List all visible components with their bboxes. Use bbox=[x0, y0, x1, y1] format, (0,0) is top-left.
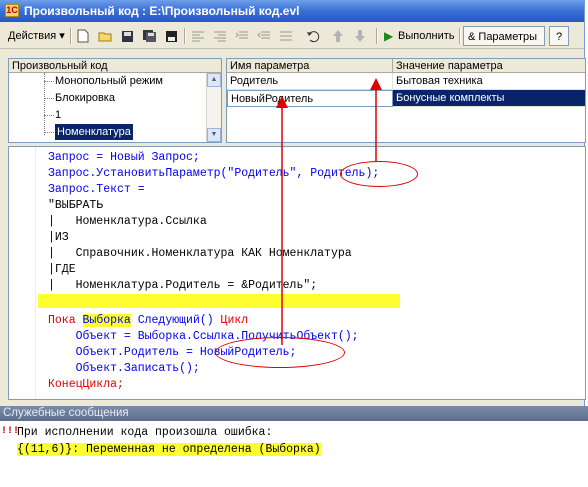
messages-panel-title: Служебные сообщения bbox=[0, 406, 588, 421]
code-line: | Номенклатура.Родитель = &Родитель"; bbox=[48, 278, 317, 294]
toolbar-divider bbox=[70, 28, 72, 44]
code-text: Объект.Записать(); bbox=[48, 362, 200, 375]
tree-scrollbar[interactable]: ▲ ▼ bbox=[206, 73, 221, 142]
param-value-cell[interactable]: Бонусные комплекты bbox=[393, 90, 585, 107]
run-icon: ▶ bbox=[384, 29, 394, 43]
code-line: | Номенклатура.Ссылка bbox=[48, 214, 207, 230]
tree-connector bbox=[44, 98, 54, 99]
window-title: Произвольный код : E:\Произвольный код.e… bbox=[24, 4, 300, 18]
scroll-up-icon[interactable]: ▲ bbox=[207, 73, 221, 87]
tree-item[interactable]: 1 bbox=[55, 107, 61, 123]
app-icon: 1С bbox=[5, 4, 19, 17]
open-folder-icon[interactable] bbox=[97, 28, 113, 44]
toolbar-divider bbox=[459, 28, 461, 44]
error-message-text: {(11,6)}: Переменная не определена (Выбо… bbox=[17, 443, 321, 456]
help-button[interactable]: ? bbox=[549, 26, 569, 46]
code-tree-panel: Произвольный код Монопольный режим Блоки… bbox=[8, 58, 222, 143]
editor-gutter bbox=[9, 147, 36, 399]
current-line-highlight bbox=[38, 294, 400, 308]
code-keyword: Пока bbox=[48, 314, 83, 327]
help-label: ? bbox=[555, 31, 563, 43]
title-bar: 1С Произвольный код : E:\Произвольный ко… bbox=[0, 0, 584, 22]
run-button[interactable]: ▶ Выполнить bbox=[380, 26, 458, 46]
code-text: | Справочник.Номенклатура КАК Номенклату… bbox=[48, 247, 352, 260]
code-text: Запрос.УстановитьПараметр("Родитель", bbox=[48, 167, 311, 180]
tree-connector bbox=[44, 81, 54, 82]
new-doc-icon[interactable] bbox=[75, 28, 91, 44]
code-line: Запрос = Новый Запрос; bbox=[48, 150, 200, 166]
actions-menu-label: Действия bbox=[8, 30, 57, 42]
param-value-cell[interactable]: Бытовая техника bbox=[393, 73, 585, 90]
arrow-down-icon[interactable] bbox=[352, 28, 368, 44]
code-text: Следующий() bbox=[130, 314, 214, 327]
code-line: "ВЫБРАТЬ bbox=[48, 198, 103, 214]
scroll-down-icon[interactable]: ▼ bbox=[207, 128, 221, 142]
code-editor[interactable]: Запрос = Новый Запрос; Запрос.Установить… bbox=[8, 146, 586, 400]
align-left-icon[interactable] bbox=[190, 28, 206, 44]
tree-item[interactable]: Блокировка bbox=[55, 90, 115, 106]
code-line: | Справочник.Номенклатура КАК Номенклату… bbox=[48, 246, 352, 262]
save-all-icon[interactable] bbox=[141, 28, 157, 44]
undo-icon[interactable] bbox=[305, 28, 321, 44]
code-line: Запрос.Текст = bbox=[48, 182, 145, 198]
tree-connector bbox=[44, 132, 54, 133]
code-undefined-variable: Выборка bbox=[82, 314, 131, 327]
messages-panel[interactable]: !!! При исполнении кода произошла ошибка… bbox=[0, 421, 588, 487]
toolbar: Действия ▾ ▶ Выполнить & Параметры ? bbox=[0, 24, 584, 49]
message-line: {(11,6)}: Переменная не определена (Выбо… bbox=[17, 442, 321, 458]
unindent-icon[interactable] bbox=[256, 28, 272, 44]
annotation-ellipse bbox=[215, 337, 345, 368]
params-label: Параметры bbox=[478, 31, 538, 43]
toolbar-divider bbox=[376, 28, 378, 44]
param-name-header[interactable]: Имя параметра bbox=[227, 59, 393, 73]
code-text: "ВЫБРАТЬ bbox=[48, 199, 104, 212]
app-window: 1С Произвольный код : E:\Произвольный ко… bbox=[0, 0, 588, 487]
params-grid: Имя параметра Значение параметра Родител… bbox=[226, 58, 586, 143]
tree-column-header[interactable]: Произвольный код bbox=[9, 59, 221, 73]
param-name-cell[interactable]: Родитель bbox=[227, 73, 393, 90]
code-text: |ИЗ bbox=[48, 231, 69, 244]
tree-item-selected[interactable]: Номенклатура bbox=[55, 124, 133, 140]
code-line: Запрос.УстановитьПараметр("Родитель", Ро… bbox=[48, 166, 379, 182]
code-line: |ИЗ bbox=[48, 230, 69, 246]
code-line: |ГДЕ bbox=[48, 262, 76, 278]
param-value-header[interactable]: Значение параметра bbox=[393, 59, 585, 73]
code-line: КонецЦикла; bbox=[48, 377, 124, 393]
code-text: |ГДЕ bbox=[48, 263, 76, 276]
code-text: Запрос = Новый Запрос; bbox=[48, 151, 200, 164]
list-icon[interactable] bbox=[278, 28, 294, 44]
annotation-ellipse bbox=[340, 161, 418, 187]
run-label: Выполнить bbox=[398, 30, 455, 42]
tree-connector bbox=[44, 115, 54, 116]
params-prefix: & bbox=[468, 31, 476, 43]
params-button[interactable]: & Параметры bbox=[463, 26, 545, 46]
chevron-down-icon: ▾ bbox=[59, 30, 65, 42]
code-keyword: КонецЦикла; bbox=[48, 378, 124, 391]
code-line: Пока Выборка Следующий() Цикл bbox=[48, 313, 248, 329]
code-line: Объект.Записать(); bbox=[48, 361, 200, 377]
code-text: Объект.Родитель = bbox=[48, 346, 200, 359]
floppy-icon[interactable] bbox=[163, 28, 179, 44]
indent-icon[interactable] bbox=[234, 28, 250, 44]
code-text: Запрос.Текст = bbox=[48, 183, 145, 196]
toolbar-divider bbox=[184, 28, 186, 44]
arrow-up-icon[interactable] bbox=[330, 28, 346, 44]
tree-connector bbox=[44, 73, 45, 135]
code-keyword: Цикл bbox=[213, 314, 249, 327]
code-text: | Номенклатура.Родитель = &Родитель"; bbox=[48, 279, 318, 292]
align-right-icon[interactable] bbox=[212, 28, 228, 44]
actions-menu-button[interactable]: Действия ▾ bbox=[4, 26, 69, 46]
message-line: При исполнении кода произошла ошибка: bbox=[17, 426, 273, 439]
save-icon[interactable] bbox=[119, 28, 135, 44]
tree-item[interactable]: Монопольный режим bbox=[55, 73, 163, 89]
param-name-cell[interactable]: НовыйРодитель bbox=[227, 90, 393, 107]
code-text: | Номенклатура.Ссылка bbox=[48, 215, 207, 228]
